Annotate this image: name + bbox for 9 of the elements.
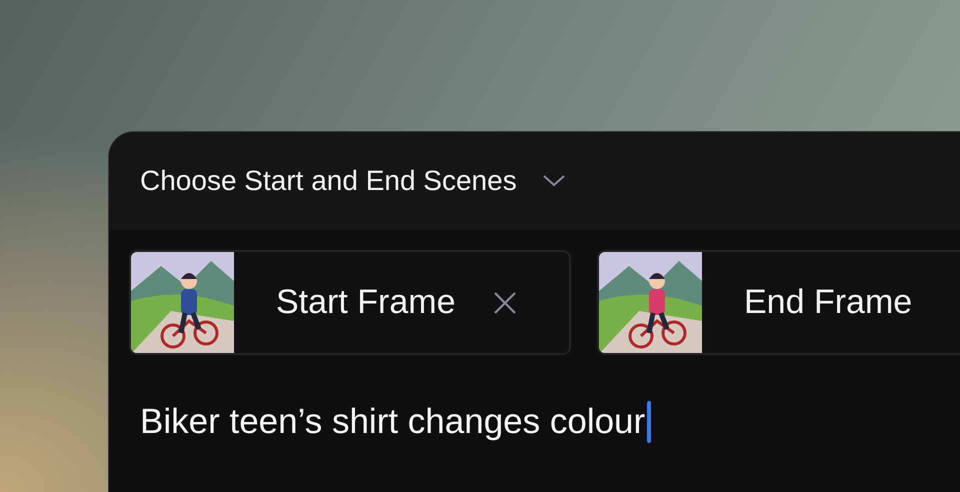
prompt-field[interactable]: Biker teen’s shirt changes colour [109, 355, 960, 443]
text-caret [647, 401, 652, 443]
chevron-down-icon [542, 175, 565, 187]
frame-card[interactable]: Start Frame [129, 250, 571, 355]
frame-label: Start Frame [276, 283, 456, 322]
frame-card[interactable]: End Frame [597, 250, 960, 355]
scene-dropdown[interactable]: Choose Start and End Scenes [140, 165, 565, 197]
close-icon[interactable] [493, 290, 518, 314]
frame-label: End Frame [744, 283, 912, 322]
